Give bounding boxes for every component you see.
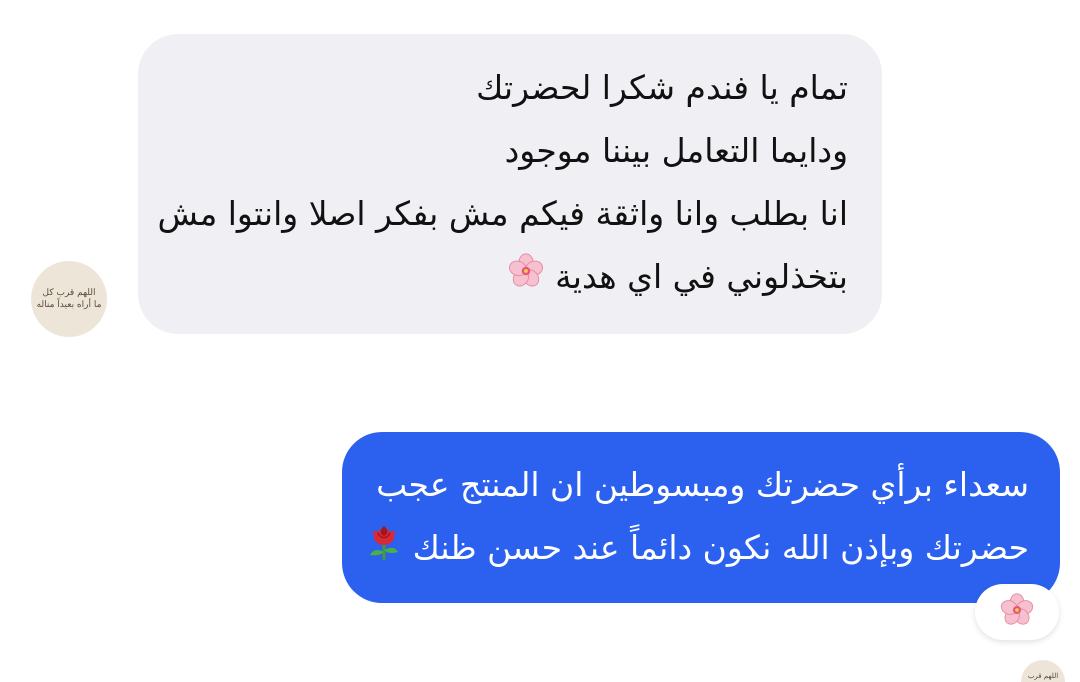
- rose-icon: [366, 518, 402, 581]
- cherry-blossom-icon: [507, 247, 545, 310]
- seen-avatar: اللهم قرب: [1021, 660, 1065, 682]
- message-line: انا بطلب وانا واثقة فيكم مش بفكر اصلا وا…: [157, 194, 849, 233]
- avatar-calligraphy: اللهم قرب: [1027, 672, 1059, 680]
- avatar-calligraphy: اللهم قرب كل ما أراه بعيداً مناله: [36, 288, 102, 310]
- message-line: سعداء برأي حضرتك ومبسوطين ان المنتج عجب: [376, 465, 1029, 504]
- message-line: تمام يا فندم شكرا لحضرتك: [476, 68, 848, 107]
- message-line: حضرتك وبإذن الله نكون دائماً عند حسن ظنك: [370, 516, 1029, 579]
- incoming-message-bubble[interactable]: تمام يا فندم شكرا لحضرتك ودايما التعامل …: [138, 34, 882, 334]
- message-line: بتخذلوني في اي هدية: [172, 245, 848, 308]
- message-reaction[interactable]: [975, 584, 1059, 640]
- sender-avatar[interactable]: اللهم قرب كل ما أراه بعيداً مناله: [31, 261, 107, 337]
- message-line: ودايما التعامل بيننا موجود: [504, 131, 848, 170]
- cherry-blossom-icon: [999, 592, 1035, 632]
- chat-thread: تمام يا فندم شكرا لحضرتك ودايما التعامل …: [0, 0, 1080, 682]
- outgoing-message-bubble[interactable]: سعداء برأي حضرتك ومبسوطين ان المنتج عجب …: [342, 432, 1060, 603]
